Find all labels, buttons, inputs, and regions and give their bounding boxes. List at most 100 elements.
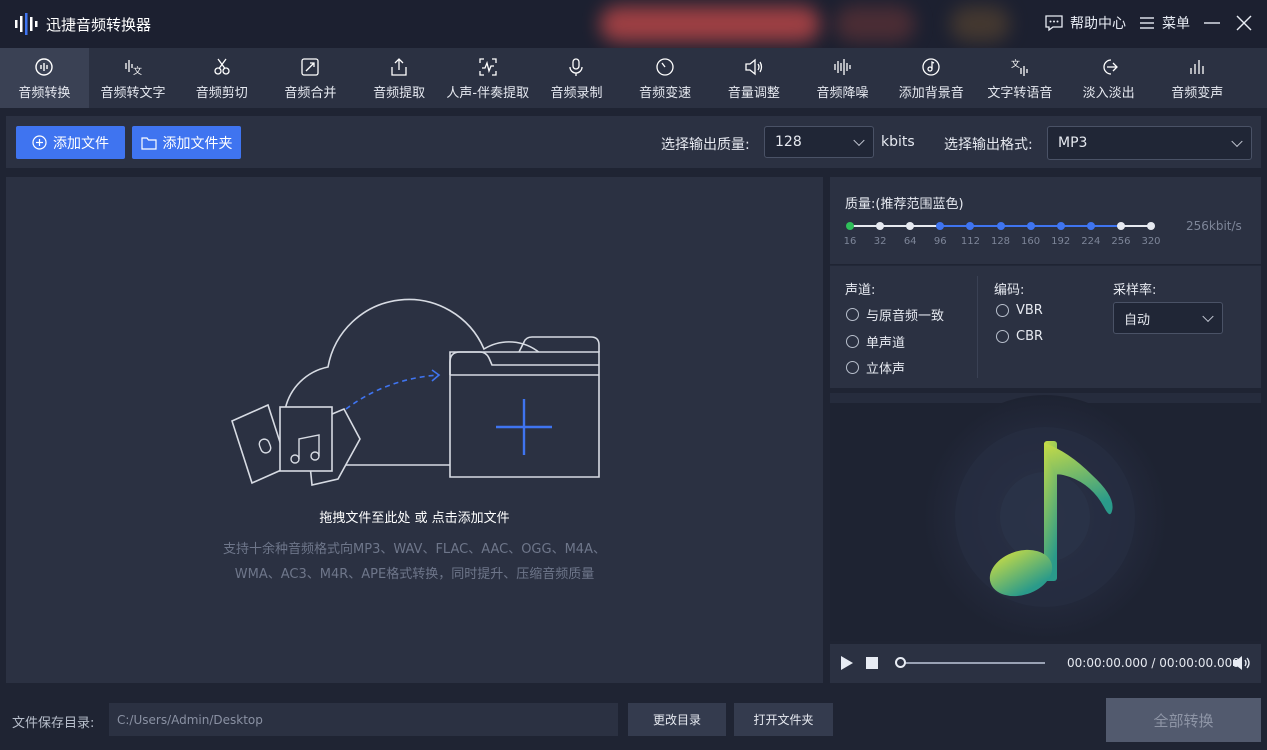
quality-tick-160[interactable] xyxy=(1026,222,1035,230)
quality-slider[interactable]: 16 32 64 96 112 128 160 192 224 256 320 xyxy=(830,177,1190,264)
tool-audio-cut[interactable]: 音频剪切 xyxy=(177,48,266,108)
channel-radio-stereo[interactable]: 立体声 xyxy=(846,358,905,377)
quality-tick-16[interactable] xyxy=(846,222,854,230)
tool-audio-merge[interactable]: 音频合并 xyxy=(266,48,355,108)
radio-label: CBR xyxy=(1016,329,1044,344)
title-bar: 迅捷音频转换器 帮助中心 菜单 xyxy=(0,0,1267,48)
options-bar: 添加文件 添加文件夹 选择输出质量: 128 kbits 选择输出格式: MP3 xyxy=(6,116,1261,168)
denoise-icon xyxy=(833,59,851,75)
tool-label: 添加背景音 xyxy=(898,86,964,101)
open-folder-button[interactable]: 打开文件夹 xyxy=(734,703,833,736)
tool-voice-change[interactable]: 音频变声 xyxy=(1153,48,1242,108)
change-dir-label: 更改目录 xyxy=(652,713,701,727)
radio-circle xyxy=(846,361,859,374)
quality-select-value: 128 xyxy=(775,134,802,150)
quality-tick-label: 160 xyxy=(1021,236,1041,247)
radio-circle xyxy=(846,335,859,348)
quality-tick-label: 32 xyxy=(873,236,887,247)
tool-audio-extract[interactable]: 音频提取 xyxy=(355,48,444,108)
tool-label: 音频降噪 xyxy=(816,86,869,101)
quality-tick-192[interactable] xyxy=(1056,222,1065,230)
playback-time: 00:00:00.000 / 00:00:00.000 xyxy=(1067,656,1240,670)
quality-tick-label: 64 xyxy=(903,236,917,247)
playback-progress-handle[interactable] xyxy=(895,657,906,668)
quality-tick-label: 128 xyxy=(990,236,1011,247)
audio-player: 00:00:00.000 / 00:00:00.000 xyxy=(830,644,1261,683)
quality-tick-320[interactable] xyxy=(1147,222,1155,230)
tool-audio-record[interactable]: 音频录制 xyxy=(532,48,621,108)
tool-audio-denoise[interactable]: 音频降噪 xyxy=(798,48,887,108)
tool-text-to-speech[interactable]: 文 文字转语音 xyxy=(976,48,1065,108)
svg-text:文: 文 xyxy=(1011,58,1020,70)
save-dir-input[interactable]: C:/Users/Admin/Desktop xyxy=(109,703,618,736)
app-logo-icon xyxy=(15,13,38,35)
tool-audio-convert[interactable]: 音频转换 xyxy=(0,48,89,108)
sample-rate-title: 采样率: xyxy=(1113,283,1157,298)
help-center-button[interactable]: 帮助中心 xyxy=(1044,13,1126,33)
quality-tick-label: 112 xyxy=(960,236,980,247)
radio-circle xyxy=(846,308,859,321)
menu-label: 菜单 xyxy=(1162,16,1190,32)
format-select-value: MP3 xyxy=(1058,135,1088,151)
quality-tick-32[interactable] xyxy=(876,222,885,230)
close-icon[interactable] xyxy=(1233,12,1255,34)
audio-options-panel: 声道: 与原音频一致 单声道 立体声 编码: VBR CBR 采样率: 自动 xyxy=(830,265,1261,388)
playback-progress-bar[interactable] xyxy=(897,662,1045,664)
dashed-arrow xyxy=(345,374,439,410)
encoding-radio-vbr[interactable]: VBR xyxy=(996,303,1043,318)
add-file-button[interactable]: 添加文件 xyxy=(16,126,125,159)
quality-tick-label: 320 xyxy=(1141,236,1161,247)
quality-tick-256[interactable] xyxy=(1116,222,1125,230)
text-to-speech-icon: 文 xyxy=(1011,58,1028,76)
fade-icon xyxy=(1102,59,1118,75)
stop-icon[interactable] xyxy=(865,656,879,670)
open-folder-label: 打开文件夹 xyxy=(753,713,814,727)
format-select[interactable]: MP3 xyxy=(1047,126,1252,160)
tool-label: 音频提取 xyxy=(373,86,426,101)
quality-tick-224[interactable] xyxy=(1086,222,1095,230)
tool-fade[interactable]: 淡入淡出 xyxy=(1064,48,1153,108)
tool-label: 音频转文字 xyxy=(100,86,166,101)
encoding-radio-cbr[interactable]: CBR xyxy=(996,329,1043,344)
quality-tick-label: 224 xyxy=(1081,236,1101,247)
radio-label: 立体声 xyxy=(866,362,906,377)
tool-vocal-extract[interactable]: 人声-伴奏提取 xyxy=(443,48,532,108)
add-folder-button[interactable]: 添加文件夹 xyxy=(132,126,241,159)
tool-add-background[interactable]: 添加背景音 xyxy=(887,48,976,108)
channel-radio-original[interactable]: 与原音频一致 xyxy=(846,305,944,324)
channel-radio-mono[interactable]: 单声道 xyxy=(846,332,905,351)
tool-audio-speed[interactable]: 音频变速 xyxy=(621,48,710,108)
play-icon[interactable] xyxy=(839,655,855,671)
convert-all-button[interactable]: 全部转换 xyxy=(1106,698,1261,742)
tool-label: 音频剪切 xyxy=(195,86,248,101)
change-dir-button[interactable]: 更改目录 xyxy=(628,703,726,736)
minimize-icon[interactable] xyxy=(1201,12,1223,34)
tool-label: 音频录制 xyxy=(550,86,603,101)
vocal-extract-icon xyxy=(479,58,497,76)
drop-illustration xyxy=(231,298,600,486)
radio-circle xyxy=(996,304,1009,317)
tool-label: 淡入淡出 xyxy=(1082,86,1135,101)
tool-label: 音频变速 xyxy=(639,86,692,101)
chevron-down-icon xyxy=(1202,310,1214,323)
save-dir-value: C:/Users/Admin/Desktop xyxy=(117,712,263,727)
quality-tick-64[interactable] xyxy=(906,222,915,230)
file-drop-area[interactable]: 拖拽文件至此处 或 点击添加文件 支持十余种音频格式向MP3、WAV、FLAC、… xyxy=(6,177,823,683)
folder-icon xyxy=(140,136,157,150)
sample-rate-select[interactable]: 自动 xyxy=(1113,302,1223,334)
quality-tick-128[interactable] xyxy=(996,222,1005,230)
chevron-down-icon xyxy=(1231,135,1243,148)
drop-supported-formats: 支持十余种音频格式向MP3、WAV、FLAC、AAC、OGG、M4A、 WMA、… xyxy=(196,537,633,587)
volume-icon[interactable] xyxy=(1232,655,1252,671)
quality-tick-112[interactable] xyxy=(966,222,975,230)
tool-volume-adjust[interactable]: 音量调整 xyxy=(710,48,799,108)
svg-text:文: 文 xyxy=(133,65,142,77)
tool-label: 人声-伴奏提取 xyxy=(446,86,530,101)
tool-speech-to-text[interactable]: 文 音频转文字 xyxy=(89,48,178,108)
menu-button[interactable]: 菜单 xyxy=(1138,13,1190,33)
quality-tick-96[interactable] xyxy=(936,222,945,230)
quality-tick-label: 96 xyxy=(933,236,947,247)
quality-select[interactable]: 128 xyxy=(764,126,874,158)
music-note-artwork xyxy=(830,393,1261,639)
channel-title: 声道: xyxy=(845,283,876,298)
